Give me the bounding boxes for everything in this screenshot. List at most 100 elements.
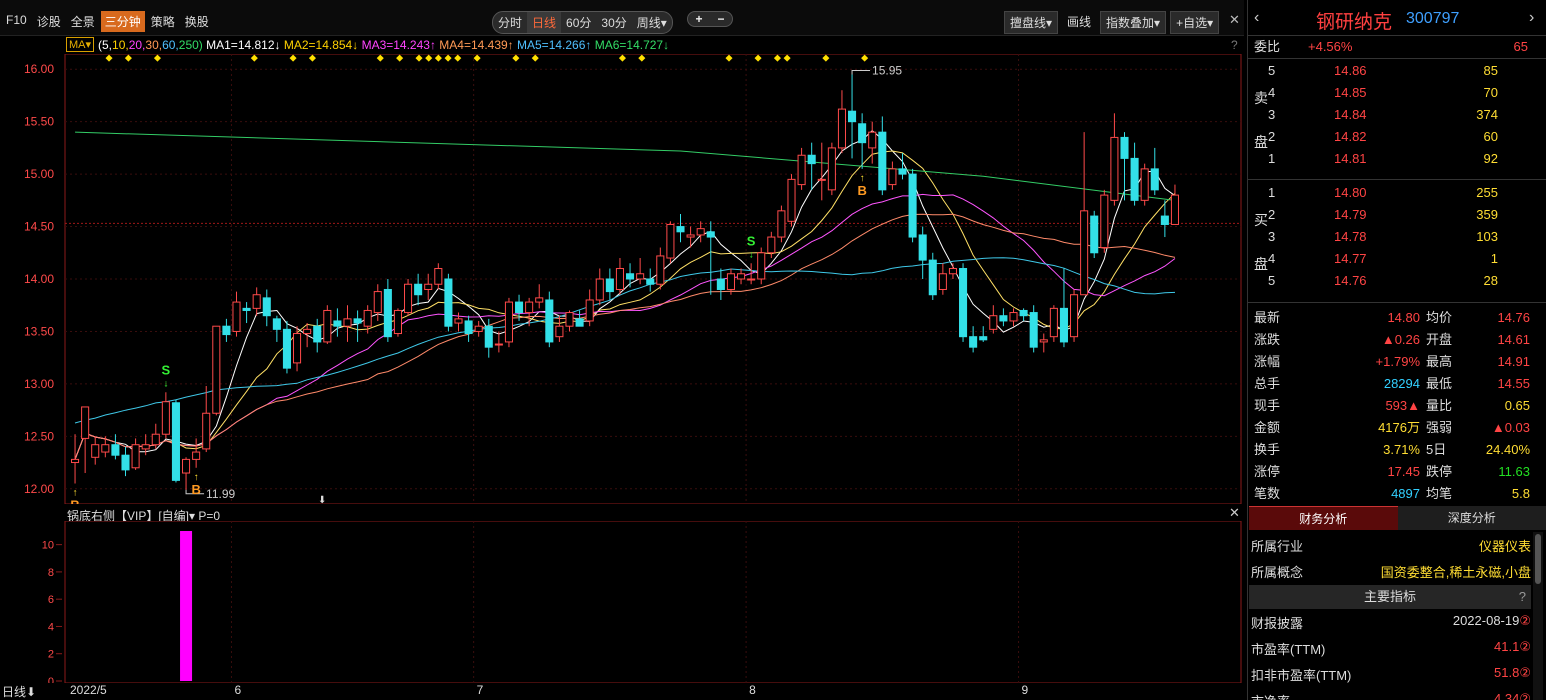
candle-body bbox=[1140, 168, 1149, 201]
scrollbar-thumb[interactable] bbox=[1535, 534, 1541, 584]
candle-body bbox=[575, 318, 584, 327]
zoom-in-button[interactable]: + bbox=[688, 12, 710, 26]
indicator-bar[interactable] bbox=[180, 531, 193, 681]
sell-level-5[interactable]: 5 14.86 85 bbox=[1248, 60, 1546, 82]
buy-level-num: 4 bbox=[1268, 251, 1276, 266]
x-tick-label-4: 9 bbox=[1021, 683, 1029, 697]
sell-level-1[interactable]: 1 14.81 92 bbox=[1248, 148, 1546, 170]
nav-item-2[interactable]: 全景 bbox=[67, 11, 99, 32]
nav-item-3[interactable]: 三分钟 bbox=[100, 11, 145, 32]
analysis-tab-1[interactable]: 深度分析 bbox=[1397, 506, 1546, 530]
candle[interactable] bbox=[1090, 210, 1099, 259]
buy-level-2[interactable]: 2 14.79 359 bbox=[1248, 204, 1546, 226]
metric-value-text: 41.1 bbox=[1494, 639, 1520, 654]
metric-value-text: 51.8 bbox=[1494, 665, 1520, 680]
buy-level-5[interactable]: 5 14.76 28 bbox=[1248, 270, 1546, 292]
ind-y-tick-0: 10 bbox=[42, 540, 54, 552]
order-book: 5 14.86 85 4 14.85 70 3 14.84 374 2 14.82 60 1 14.81 9… bbox=[1248, 58, 1546, 302]
sell-level-num: 4 bbox=[1268, 85, 1276, 100]
sell-level-3[interactable]: 3 14.84 374 bbox=[1248, 104, 1546, 126]
candle[interactable] bbox=[1029, 305, 1038, 353]
candle-body bbox=[212, 325, 221, 414]
scrollbar[interactable] bbox=[1533, 532, 1543, 700]
indicator-close-icon[interactable]: ✕ bbox=[1229, 505, 1240, 521]
buy-level-1[interactable]: 1 14.80 255 bbox=[1248, 182, 1546, 204]
next-stock-icon[interactable]: › bbox=[1529, 9, 1534, 27]
period-tab-1[interactable]: 日线 bbox=[527, 12, 562, 33]
scroll-down-icon[interactable]: ⬇ bbox=[318, 495, 326, 504]
candle-body bbox=[313, 325, 322, 343]
tool-button-0[interactable]: 擅盘线▾ bbox=[1004, 11, 1059, 34]
analysis-tab-0[interactable]: 财务分析 bbox=[1249, 506, 1398, 530]
ma-param-1: 10, bbox=[112, 38, 129, 52]
industry-value[interactable]: 仪器仪表 bbox=[1479, 536, 1531, 555]
tool-button-1[interactable]: 画线 bbox=[1062, 11, 1096, 34]
candle-body bbox=[171, 402, 180, 481]
ma-value-1: MA1=14.812↓ bbox=[202, 38, 281, 52]
candle[interactable] bbox=[545, 291, 554, 348]
indicator-chart[interactable]: 10 8 6 4 2 0 bbox=[0, 521, 1244, 683]
period-tab-4[interactable]: 周线▾ bbox=[632, 12, 672, 33]
metric-info-icon[interactable]: ② bbox=[1519, 613, 1531, 628]
concept-value[interactable]: 国资委整合,稀土永磁,小盘 bbox=[1381, 562, 1531, 581]
candle[interactable] bbox=[1049, 305, 1058, 342]
ma-selector-button[interactable]: MA▾ bbox=[66, 37, 95, 52]
candle[interactable] bbox=[444, 273, 453, 332]
tool-button-2[interactable]: 指数叠加▾ bbox=[1100, 11, 1167, 34]
candle-body bbox=[969, 336, 978, 348]
candle[interactable] bbox=[504, 297, 513, 348]
candle[interactable] bbox=[959, 263, 968, 342]
candle[interactable] bbox=[908, 168, 917, 243]
top-toolbar: F10 诊股 全景 三分钟 策略 换股 分时 日线 60分 30分 周线▾ + − 擅盘线▾ 画线指… bbox=[0, 0, 1244, 36]
metric-info-icon[interactable]: ② bbox=[1519, 639, 1531, 654]
candle-body bbox=[1039, 339, 1048, 343]
metric-info-icon[interactable]: ② bbox=[1519, 691, 1531, 700]
period-tab-0[interactable]: 分时 bbox=[493, 12, 527, 33]
candle[interactable] bbox=[1140, 163, 1149, 206]
candle[interactable] bbox=[212, 325, 221, 416]
candle[interactable] bbox=[393, 308, 402, 337]
candle[interactable] bbox=[171, 399, 180, 483]
ind-y-tick-5: 0 bbox=[48, 676, 54, 683]
period-label[interactable]: 日线⬇ bbox=[2, 683, 36, 700]
buy-level-4[interactable]: 4 14.77 1 bbox=[1248, 248, 1546, 270]
period-tab-2[interactable]: 60分 bbox=[561, 12, 596, 33]
prev-stock-icon[interactable]: ‹ bbox=[1254, 9, 1259, 27]
nav-item-5[interactable]: 换股 bbox=[181, 11, 213, 32]
candle[interactable] bbox=[323, 305, 332, 345]
candlestick-chart[interactable]: 16.00 15.50 15.00 14.50 14.00 13.50 13.00 12.50… bbox=[0, 54, 1244, 504]
candle[interactable] bbox=[404, 279, 413, 316]
nav-item-1[interactable]: 诊股 bbox=[33, 11, 65, 32]
ma-value-2: MA2=14.854↓ bbox=[280, 38, 359, 52]
zoom-out-button[interactable]: − bbox=[710, 12, 732, 26]
buy-level-3[interactable]: 3 14.78 103 bbox=[1248, 226, 1546, 248]
stock-code: 300797 bbox=[1406, 10, 1460, 27]
candle-body bbox=[726, 273, 735, 290]
candle-body bbox=[646, 278, 655, 285]
candle[interactable] bbox=[827, 142, 836, 196]
candle[interactable] bbox=[1070, 289, 1079, 342]
zoom-controls: + − bbox=[687, 11, 733, 27]
candle[interactable] bbox=[757, 247, 766, 285]
close-icon[interactable]: ✕ bbox=[1229, 12, 1240, 28]
sell-level-2[interactable]: 2 14.82 60 bbox=[1248, 126, 1546, 148]
quote-value: 17.45 bbox=[1387, 464, 1420, 479]
nav-item-4[interactable]: 策略 bbox=[147, 11, 179, 32]
y-tick-label-3: 14.50 bbox=[24, 220, 54, 234]
candle[interactable] bbox=[928, 252, 937, 300]
nav-item-0[interactable]: F10 bbox=[2, 11, 31, 32]
book-divider bbox=[1248, 179, 1546, 180]
metric-info-icon[interactable]: ② bbox=[1519, 665, 1531, 680]
candle[interactable] bbox=[666, 221, 675, 264]
help-icon[interactable]: ? bbox=[1231, 38, 1238, 52]
candle[interactable] bbox=[787, 174, 796, 227]
key-metrics-help-icon[interactable]: ? bbox=[1519, 585, 1526, 609]
period-tab-3[interactable]: 30分 bbox=[596, 12, 631, 33]
candle[interactable] bbox=[777, 205, 786, 243]
candle-body bbox=[1130, 157, 1139, 201]
indicator-frame bbox=[64, 521, 1242, 683]
tool-button-3[interactable]: +自选▾ bbox=[1170, 11, 1220, 34]
candle[interactable] bbox=[1100, 189, 1109, 253]
quote-value: 593▲ bbox=[1385, 398, 1420, 413]
sell-level-4[interactable]: 4 14.85 70 bbox=[1248, 82, 1546, 104]
